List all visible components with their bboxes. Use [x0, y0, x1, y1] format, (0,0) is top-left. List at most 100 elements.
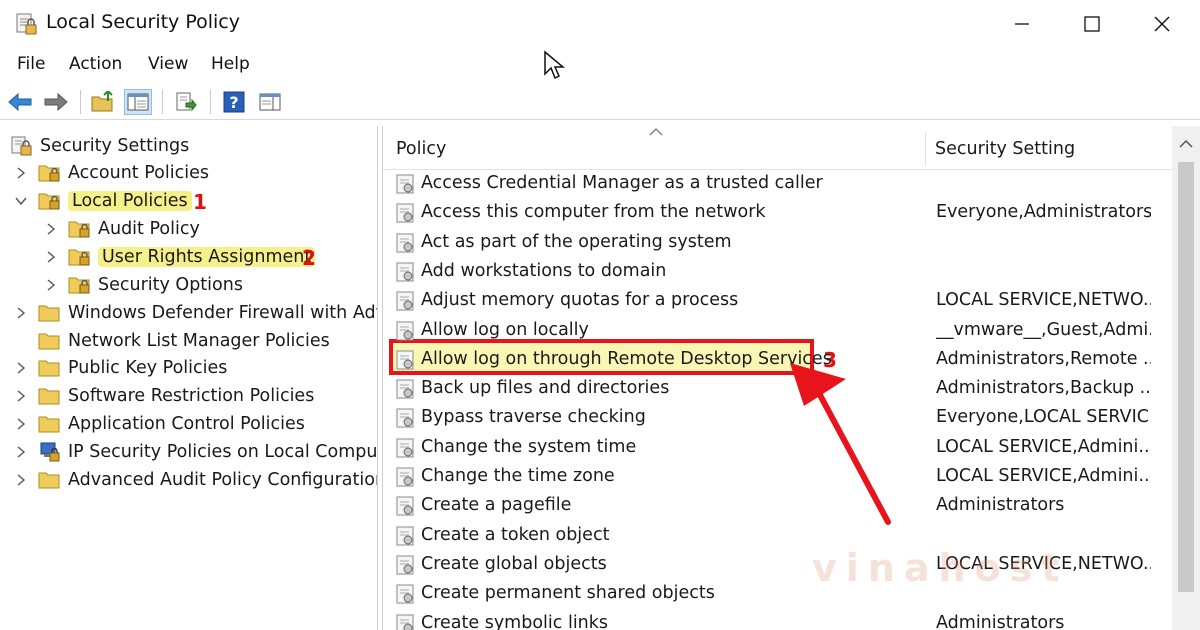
tree-item-account-policies[interactable]: Account Policies	[38, 159, 209, 186]
watermark-text: vinahost	[812, 546, 1069, 590]
policy-row[interactable]: Back up files and directories Administrat…	[383, 374, 1173, 403]
policy-name: Create symbolic links	[421, 612, 609, 630]
expand-chevron-right-icon[interactable]	[14, 417, 28, 431]
show-hide-console-tree-button[interactable]	[124, 89, 152, 115]
folder-icon	[38, 333, 60, 349]
tree-item-windows-defender-firewall[interactable]: Windows Defender Firewall with Adva	[38, 299, 377, 326]
column-header-security-setting[interactable]: Security Setting	[935, 139, 1075, 159]
help-button[interactable]: ?	[220, 89, 248, 115]
tree-item-network-list-manager[interactable]: Network List Manager Policies	[38, 327, 330, 354]
collapse-chevron-down-icon[interactable]	[14, 194, 28, 208]
expand-chevron-right-icon[interactable]	[14, 445, 28, 459]
tree-item-audit-policy[interactable]: Audit Policy	[68, 215, 200, 242]
policy-row[interactable]: Create a pagefile Administrators	[383, 491, 1173, 520]
tree-item-ip-security-policies[interactable]: IP Security Policies on Local Compute	[38, 438, 377, 465]
policy-row[interactable]: Adjust memory quotas for a process LOCAL …	[383, 286, 1173, 315]
policy-name: Create global objects	[421, 553, 607, 574]
policy-setting-icon	[396, 203, 414, 223]
policy-setting-icon	[396, 584, 414, 604]
expand-chevron-right-icon[interactable]	[14, 166, 28, 180]
toolbar-separator	[210, 90, 211, 114]
tree-item-local-policies[interactable]: Local Policies	[38, 187, 192, 214]
up-one-level-button[interactable]	[88, 89, 116, 115]
svg-text:?: ?	[229, 93, 238, 112]
tree-item-label: Account Policies	[68, 162, 209, 183]
policy-setting-icon	[396, 467, 414, 487]
expand-chevron-right-icon[interactable]	[14, 389, 28, 403]
column-header-policy[interactable]: Policy	[396, 139, 446, 159]
minimize-button[interactable]	[1004, 10, 1040, 38]
policy-name: Allow log on locally	[421, 319, 589, 340]
tree-item-advanced-audit-policy[interactable]: Advanced Audit Policy Configuration	[38, 466, 377, 493]
policy-name: Access this computer from the network	[421, 202, 766, 223]
policy-security-setting: Administrators,Backup ...	[936, 378, 1151, 399]
policy-name: Back up files and directories	[421, 378, 670, 399]
tree-item-security-settings[interactable]: Security Settings	[10, 132, 189, 159]
policy-row[interactable]: Access this computer from the network Eve…	[383, 198, 1173, 227]
back-arrow-icon	[8, 92, 32, 112]
policy-row[interactable]: Allow log on through Remote Desktop Serv…	[383, 345, 1173, 374]
tree-item-label: Audit Policy	[98, 218, 200, 239]
help-icon: ?	[223, 91, 245, 113]
policy-setting-icon	[396, 496, 414, 516]
close-button[interactable]	[1144, 10, 1180, 38]
policy-row[interactable]: Change the time zone LOCAL SERVICE,Admini…	[383, 462, 1173, 491]
folder-icon	[38, 360, 60, 376]
tree-item-label: Public Key Policies	[68, 357, 228, 378]
console-tree-pane: Security Settings Account Policies Local…	[0, 126, 378, 630]
policy-row[interactable]: Change the system time LOCAL SERVICE,Admi…	[383, 433, 1173, 462]
tree-item-application-control[interactable]: Application Control Policies	[38, 410, 305, 437]
expand-chevron-right-icon[interactable]	[14, 361, 28, 375]
expand-chevron-right-icon[interactable]	[14, 306, 28, 320]
policy-row[interactable]: Act as part of the operating system	[383, 228, 1173, 257]
maximize-icon	[1084, 16, 1100, 32]
minimize-icon	[1015, 23, 1029, 25]
policy-security-setting: Everyone,Administrators...	[936, 202, 1151, 223]
properties-button[interactable]	[256, 89, 284, 115]
policy-security-setting: Administrators	[936, 612, 1065, 630]
policy-setting-icon	[396, 614, 414, 630]
expand-chevron-right-icon[interactable]	[44, 250, 58, 264]
tree-item-user-rights-assignment[interactable]: User Rights Assignment	[68, 243, 316, 270]
tree-item-label: Application Control Policies	[68, 413, 305, 434]
policy-row[interactable]: Bypass traverse checking Everyone,LOCAL S…	[383, 403, 1173, 432]
security-settings-icon	[11, 136, 32, 155]
policy-row[interactable]: Add workstations to domain	[383, 257, 1173, 286]
expand-chevron-right-icon[interactable]	[44, 278, 58, 292]
toolbar-separator	[162, 90, 163, 114]
watermark-logo: vinahost	[812, 546, 1068, 590]
tree-item-label: Security Options	[98, 274, 243, 295]
folder-icon	[38, 388, 60, 404]
policy-setting-icon	[396, 233, 414, 253]
vertical-scrollbar[interactable]	[1172, 126, 1200, 630]
maximize-button[interactable]	[1074, 10, 1110, 38]
policy-setting-icon	[396, 438, 414, 458]
mouse-cursor-icon	[544, 50, 565, 80]
menu-view[interactable]: View	[148, 54, 188, 74]
folder-lock-icon	[68, 249, 90, 265]
column-divider[interactable]	[925, 132, 926, 166]
title-bar: Local Security Policy	[0, 0, 1200, 48]
expand-chevron-right-icon[interactable]	[44, 222, 58, 236]
back-button[interactable]	[6, 89, 34, 115]
expand-chevron-right-icon[interactable]	[14, 473, 28, 487]
policy-row[interactable]: Create symbolic links Administrators	[383, 609, 1173, 630]
policy-setting-icon	[396, 526, 414, 546]
scroll-thumb[interactable]	[1178, 162, 1194, 592]
policy-row[interactable]: Access Credential Manager as a trusted c…	[383, 169, 1173, 198]
menu-file[interactable]: File	[17, 54, 45, 74]
tree-item-public-key-policies[interactable]: Public Key Policies	[38, 354, 227, 381]
policy-row[interactable]: Allow log on locally __vmware__,Guest,Adm…	[383, 316, 1173, 345]
policy-name: Add workstations to domain	[421, 260, 667, 281]
policy-security-setting: Administrators,Remote ...	[936, 348, 1151, 369]
scroll-up-button[interactable]	[1172, 134, 1200, 154]
policy-name: Allow log on through Remote Desktop Serv…	[421, 348, 832, 369]
tree-item-software-restriction[interactable]: Software Restriction Policies	[38, 382, 314, 409]
menu-action[interactable]: Action	[69, 54, 122, 74]
tree-item-security-options[interactable]: Security Options	[68, 271, 243, 298]
export-list-button[interactable]	[172, 89, 200, 115]
up-folder-icon	[91, 91, 113, 112]
menu-help[interactable]: Help	[211, 54, 250, 74]
forward-button[interactable]	[42, 89, 70, 115]
policy-security-setting: LOCAL SERVICE,Admini...	[936, 466, 1151, 486]
